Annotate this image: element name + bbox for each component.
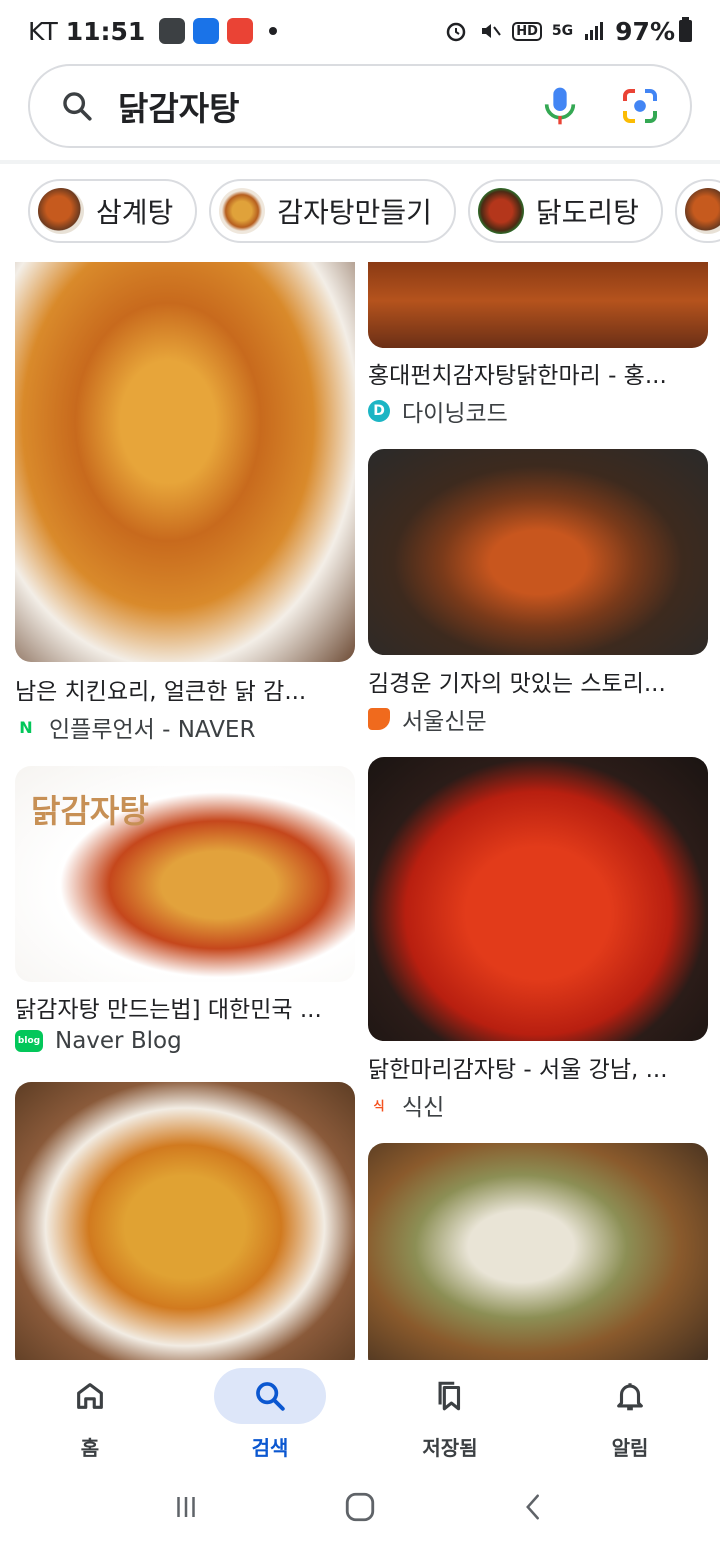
result-title[interactable]: 홍대펀치감자탕닭한마리 - 홍... — [368, 356, 708, 390]
result-image[interactable] — [368, 757, 708, 1041]
nav-label: 알림 — [611, 1436, 649, 1460]
chip-related-1[interactable]: 삼계탕 — [28, 179, 198, 243]
result-source[interactable]: N 인플루언서 - NAVER — [15, 710, 255, 744]
chip-thumbnail — [477, 188, 524, 234]
nav-pill — [574, 1368, 686, 1424]
chip-thumbnail — [219, 188, 266, 234]
system-navigation-bar — [0, 1470, 720, 1544]
nav-notifications[interactable]: 알림 — [540, 1360, 720, 1470]
search-input[interactable]: 닭감자탕 — [118, 82, 540, 130]
nav-label: 저장됨 — [422, 1436, 478, 1460]
notification-app-icon — [193, 18, 220, 44]
carrier-label: KT — [28, 16, 58, 46]
chip-thumbnail — [684, 188, 720, 234]
result-image[interactable]: 닭감자탕 — [15, 766, 355, 982]
chip-related-4[interactable] — [674, 179, 720, 243]
recent-apps-icon[interactable] — [171, 1492, 201, 1522]
chip-related-3[interactable]: 닭도리탕 — [467, 179, 663, 243]
result-image[interactable] — [15, 262, 355, 662]
more-notifications-icon — [269, 27, 278, 35]
search-icon — [63, 92, 92, 121]
image-caption-text: 닭감자탕 — [31, 792, 149, 830]
result-source[interactable]: D 다이닝코드 — [368, 394, 508, 428]
chip-label: 닭도리탕 — [535, 196, 639, 229]
chip-label: 삼계탕 — [96, 196, 174, 229]
status-bar: KT 11:51 HD 5G 97% — [0, 0, 720, 62]
home-button-icon[interactable] — [343, 1490, 377, 1524]
naver-n-icon: N — [15, 716, 37, 738]
result-source[interactable]: blog Naver Blog — [15, 1028, 182, 1054]
search-bar[interactable]: 닭감자탕 — [28, 64, 692, 148]
result-image[interactable] — [368, 449, 708, 655]
chip-thumbnail — [38, 188, 84, 234]
naver-blog-icon: blog — [15, 1030, 43, 1052]
battery-percent: 97% — [615, 16, 675, 46]
status-time: 11:51 — [65, 16, 146, 46]
result-title[interactable]: 김경운 기자의 맛있는 스토리... — [368, 664, 708, 698]
result-image[interactable] — [368, 1143, 708, 1360]
result-title[interactable]: 남은 치킨요리, 얼큰한 닭 감... — [15, 672, 355, 706]
nav-label: 홈 — [80, 1436, 100, 1460]
seoul-shinmun-icon — [368, 708, 390, 730]
result-source-label: 식신 — [402, 1095, 445, 1121]
network-type-icon: 5G — [551, 23, 574, 39]
header-divider — [0, 160, 720, 164]
mute-icon — [482, 24, 502, 38]
signal-icon — [585, 22, 604, 40]
nav-saved[interactable]: 저장됨 — [360, 1360, 540, 1470]
image-results-grid: 남은 치킨요리, 얼큰한 닭 감... N 인플루언서 - NAVER 닭감자탕… — [0, 262, 720, 1360]
bottom-navigation: 홈 검색 저장됨 알림 — [0, 1360, 720, 1470]
home-icon — [77, 1383, 103, 1409]
back-icon[interactable] — [519, 1492, 549, 1522]
hd-icon: HD — [512, 21, 542, 41]
nav-pill — [394, 1368, 506, 1424]
result-source-label: 다이닝코드 — [402, 401, 508, 427]
related-searches-chips: 삼계탕 감자탕만들기 닭도리탕 — [28, 179, 720, 243]
result-source-label: Naver Blog — [55, 1028, 182, 1054]
result-image[interactable] — [368, 262, 708, 348]
battery-icon — [679, 17, 692, 42]
result-source[interactable]: 식 식신 — [368, 1088, 444, 1122]
alarm-icon — [447, 22, 466, 42]
nav-search[interactable]: 검색 — [180, 1360, 360, 1470]
result-source-label: 인플루언서 - NAVER — [49, 717, 256, 743]
bookmarks-icon — [438, 1381, 461, 1411]
chip-related-2[interactable]: 감자탕만들기 — [209, 179, 456, 243]
microphone-icon[interactable] — [540, 84, 580, 128]
notification-app-icon — [227, 18, 254, 44]
search-icon — [256, 1382, 285, 1411]
result-title[interactable]: 닭한마리감자탕 - 서울 강남, ... — [368, 1050, 708, 1084]
notification-app-icon — [159, 18, 186, 44]
nav-home[interactable]: 홈 — [0, 1360, 180, 1470]
bell-icon — [617, 1383, 643, 1411]
google-lens-icon[interactable] — [620, 86, 660, 126]
battery-indicator: 97% — [615, 17, 692, 46]
result-source[interactable]: 서울신문 — [368, 702, 487, 736]
nav-label: 검색 — [251, 1436, 289, 1460]
nav-pill — [214, 1368, 326, 1424]
result-image[interactable] — [15, 1082, 355, 1360]
siksin-icon: 식 — [368, 1094, 390, 1116]
result-source-label: 서울신문 — [402, 709, 487, 735]
result-title[interactable]: 닭감자탕 만드는법] 대한민국 ... — [15, 990, 355, 1024]
nav-pill — [34, 1368, 146, 1424]
diningcode-icon: D — [368, 400, 390, 422]
chip-label: 감자탕만들기 — [277, 196, 432, 229]
